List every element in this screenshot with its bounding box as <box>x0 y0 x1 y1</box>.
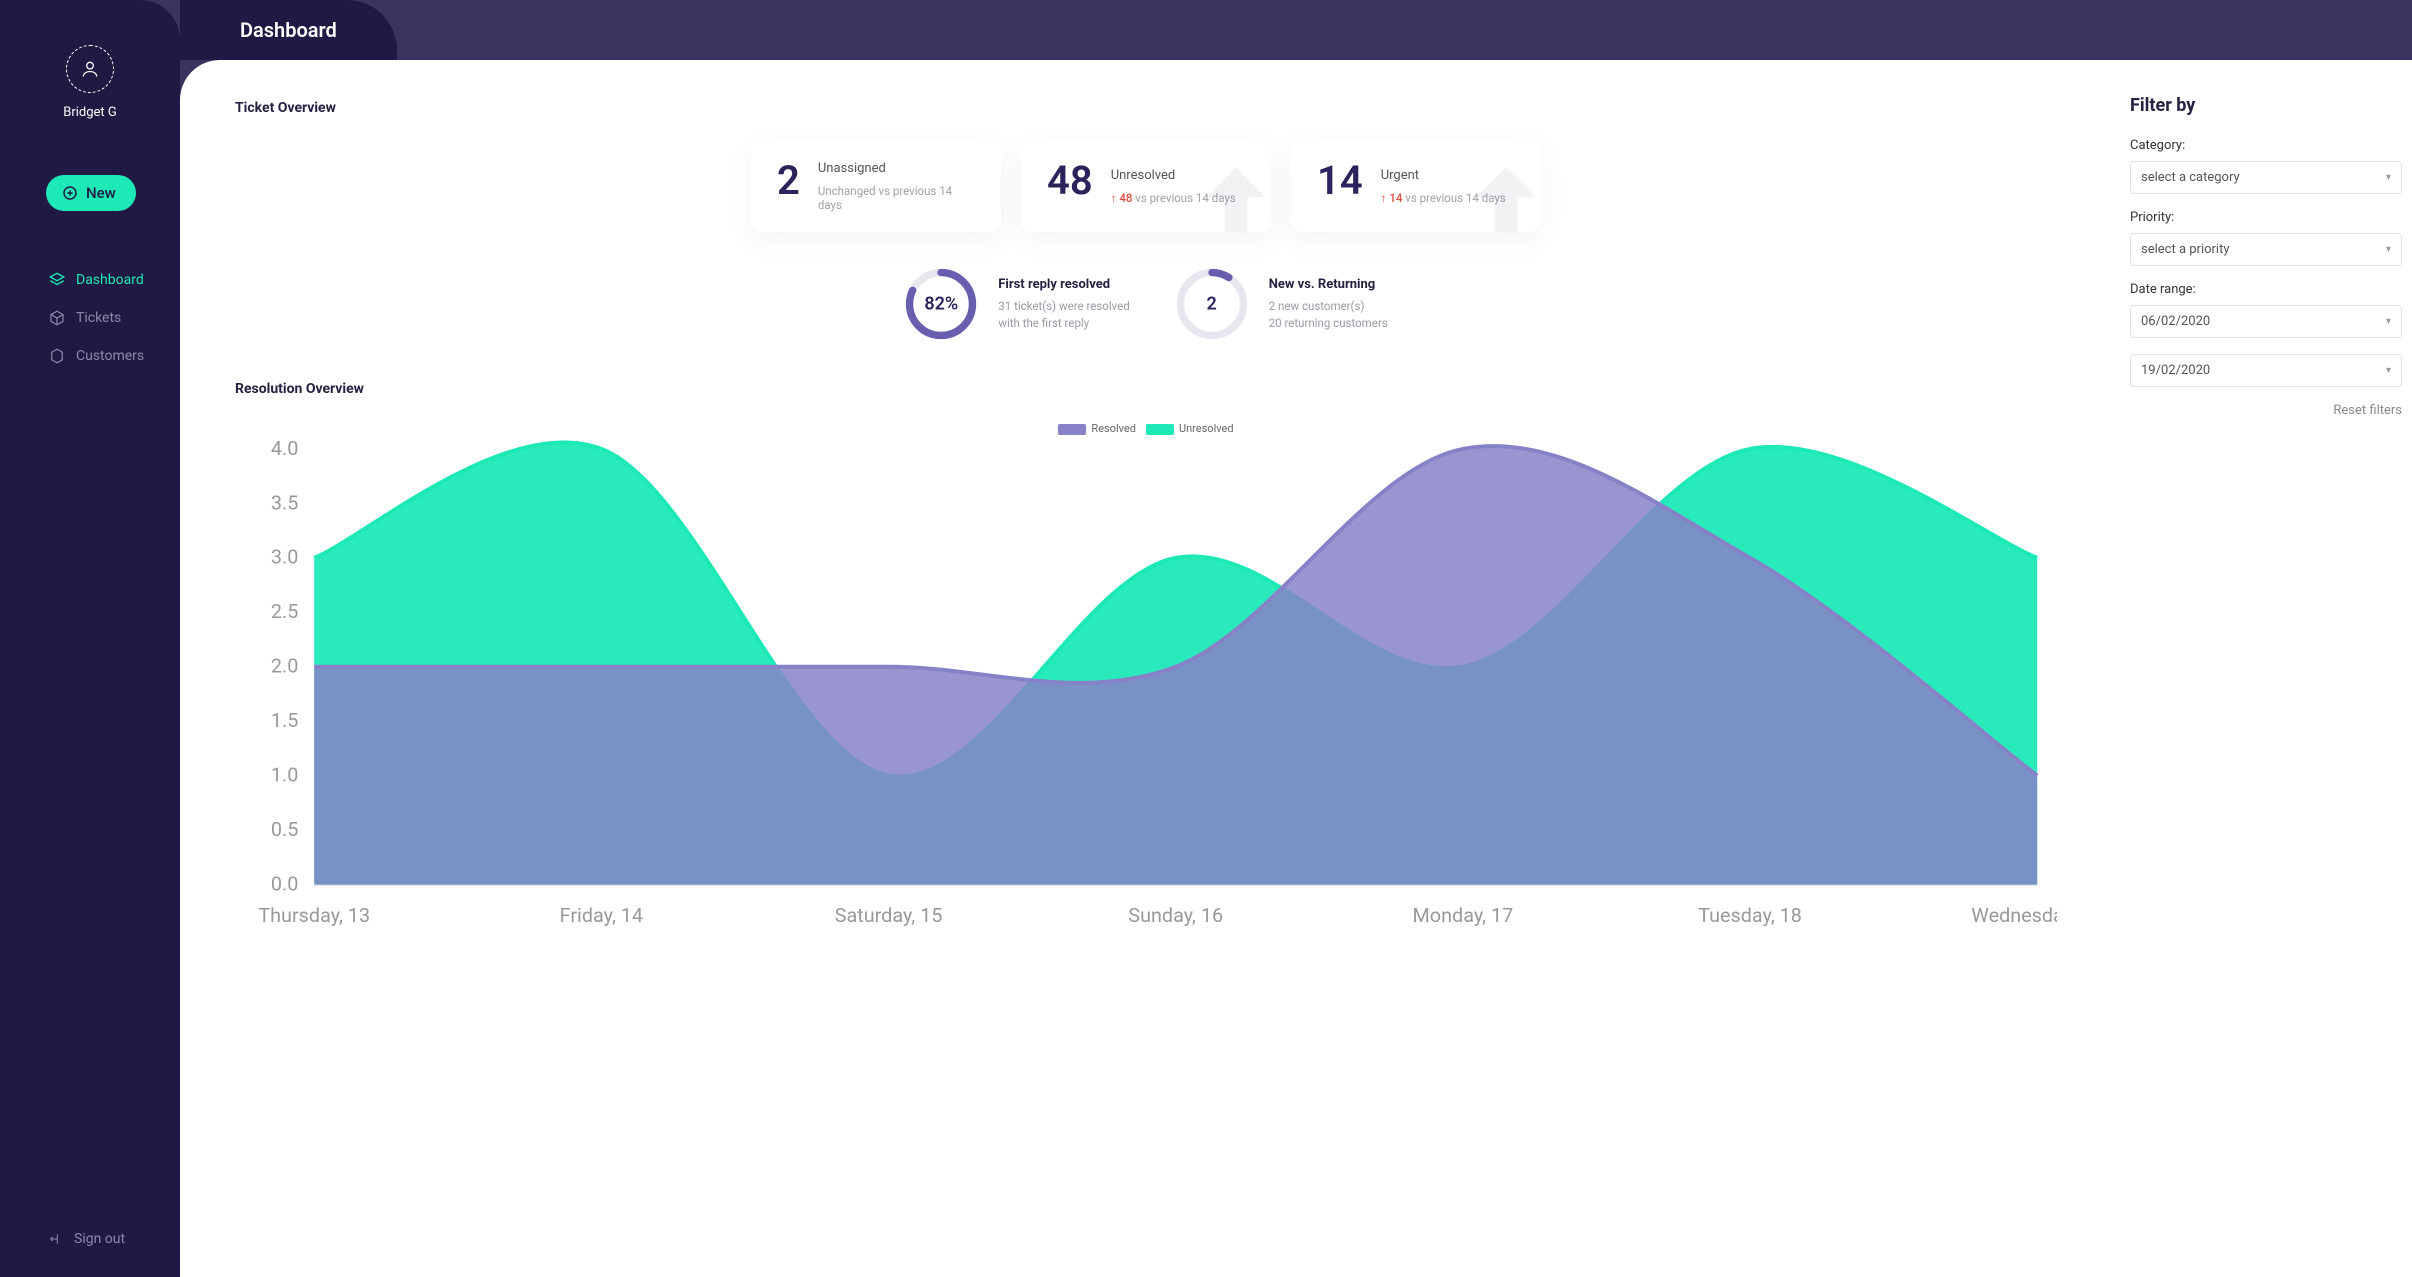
svg-text:0.5: 0.5 <box>271 818 298 841</box>
profile: Bridget G <box>0 45 180 120</box>
hexagon-icon <box>48 347 66 365</box>
date-to-input[interactable]: 19/02/2020 ▾ <box>2130 354 2402 387</box>
legend-item-unresolved: Unresolved <box>1146 422 1234 435</box>
signout-label: Sign out <box>74 1231 125 1247</box>
svg-text:3.0: 3.0 <box>271 546 298 569</box>
svg-text:Friday, 14: Friday, 14 <box>560 904 643 927</box>
svg-text:1.0: 1.0 <box>271 764 298 787</box>
content: Ticket Overview 2 Unassigned Unchanged v… <box>180 60 2112 1277</box>
priority-select[interactable]: select a priority ▾ <box>2130 233 2402 266</box>
stat-label: Unassigned <box>818 161 975 176</box>
filter-title: Filter by <box>2130 95 2402 116</box>
ticket-overview-title: Ticket Overview <box>235 100 2057 116</box>
legend-label: Unresolved <box>1179 422 1234 435</box>
layers-icon <box>48 271 66 289</box>
date-value: 06/02/2020 <box>2141 314 2210 329</box>
resolution-chart: 0.0 0.5 1.0 1.5 2.0 2.5 3.0 3.5 4.0 Thursday, 13 F… <box>235 439 2057 934</box>
stat-card-urgent: 14 Urgent ↑ 14 vs previous 14 days <box>1291 141 1541 232</box>
sidebar-item-label: Customers <box>76 348 144 364</box>
sidebar-item-dashboard[interactable]: Dashboard <box>0 261 180 299</box>
arrow-up-bg-icon <box>1461 156 1541 232</box>
priority-label: Priority: <box>2130 210 2402 225</box>
stat-change: Unchanged <box>818 184 876 198</box>
stat-value: 2 <box>777 161 800 212</box>
package-icon <box>48 309 66 327</box>
stat-delta: 48 <box>1119 191 1132 205</box>
date-from-input[interactable]: 06/02/2020 ▾ <box>2130 305 2402 338</box>
filter-panel: Filter by Category: select a category ▾ … <box>2112 60 2412 1277</box>
sidebar: Bridget G New Dashboard Tickets Customer… <box>0 0 180 1277</box>
signout-button[interactable]: Sign out <box>0 1231 180 1247</box>
ring-new-returning: 2 New vs. Returning 2 new customer(s) 20… <box>1175 267 1388 341</box>
svg-text:4.0: 4.0 <box>271 439 298 460</box>
stat-value: 14 <box>1317 161 1363 212</box>
date-value: 19/02/2020 <box>2141 363 2210 378</box>
reset-filters-link[interactable]: Reset filters <box>2130 403 2402 418</box>
ring-sub: with the first reply <box>998 315 1129 331</box>
stat-sub: Unchanged vs previous 14 days <box>818 184 975 212</box>
svg-text:Tuesday, 18: Tuesday, 18 <box>1698 904 1802 927</box>
chevron-down-icon: ▾ <box>2386 244 2391 255</box>
chart-legend: Resolved Unresolved <box>235 422 2057 435</box>
legend-label: Resolved <box>1091 422 1136 435</box>
sidebar-item-label: Dashboard <box>76 272 144 288</box>
ring-title: First reply resolved <box>998 277 1129 292</box>
tab-dashboard[interactable]: Dashboard <box>180 0 397 60</box>
chevron-down-icon: ▾ <box>2386 316 2391 327</box>
sidebar-item-tickets[interactable]: Tickets <box>0 299 180 337</box>
nav: Dashboard Tickets Customers <box>0 261 180 375</box>
ring-row: 82% First reply resolved 31 ticket(s) we… <box>235 267 2057 341</box>
select-value: select a priority <box>2141 242 2230 257</box>
svg-text:0.0: 0.0 <box>271 873 298 896</box>
date-range-label: Date range: <box>2130 282 2402 297</box>
legend-item-resolved: Resolved <box>1058 422 1136 435</box>
ring-title: New vs. Returning <box>1269 277 1388 292</box>
chevron-down-icon: ▾ <box>2386 172 2391 183</box>
svg-text:Monday, 17: Monday, 17 <box>1413 904 1514 927</box>
sidebar-item-label: Tickets <box>76 310 121 326</box>
ring-sub: 2 new customer(s) <box>1269 298 1388 314</box>
ring-first-reply: 82% First reply resolved 31 ticket(s) we… <box>904 267 1129 341</box>
ring-value: 82% <box>924 294 958 315</box>
tab-bar: Dashboard <box>180 0 2412 60</box>
ring-sub: 31 ticket(s) were resolved <box>998 298 1129 314</box>
signout-icon <box>48 1231 64 1247</box>
avatar[interactable] <box>66 45 114 93</box>
profile-name: Bridget G <box>63 105 117 120</box>
category-label: Category: <box>2130 138 2402 153</box>
stat-delta: 14 <box>1389 191 1402 205</box>
svg-text:Saturday, 15: Saturday, 15 <box>835 904 943 927</box>
svg-text:2.0: 2.0 <box>271 655 298 678</box>
svg-text:Wednesday, 19: Wednesday, 19 <box>1971 904 2057 927</box>
new-button-label: New <box>86 184 116 202</box>
plus-circle-icon <box>62 185 78 201</box>
stat-card-unassigned: 2 Unassigned Unchanged vs previous 14 da… <box>751 141 1001 232</box>
tab-label: Dashboard <box>240 18 337 42</box>
svg-text:Thursday, 13: Thursday, 13 <box>258 904 370 927</box>
svg-text:Sunday, 16: Sunday, 16 <box>1128 904 1223 927</box>
resolution-title: Resolution Overview <box>235 381 2057 397</box>
stat-row: 2 Unassigned Unchanged vs previous 14 da… <box>235 141 2057 232</box>
category-select[interactable]: select a category ▾ <box>2130 161 2402 194</box>
chevron-down-icon: ▾ <box>2386 365 2391 376</box>
select-value: select a category <box>2141 170 2240 185</box>
ring-value: 2 <box>1207 294 1217 315</box>
stat-card-unresolved: 48 Unresolved ↑ 48 vs previous 14 days <box>1021 141 1271 232</box>
svg-text:3.5: 3.5 <box>271 491 298 514</box>
svg-text:2.5: 2.5 <box>271 600 298 623</box>
arrow-up-bg-icon <box>1191 156 1271 232</box>
svg-text:1.5: 1.5 <box>271 709 298 732</box>
user-icon <box>80 59 100 79</box>
sidebar-item-customers[interactable]: Customers <box>0 337 180 375</box>
ring-sub: 20 returning customers <box>1269 315 1388 331</box>
new-button[interactable]: New <box>46 175 136 211</box>
stat-value: 48 <box>1047 161 1093 212</box>
